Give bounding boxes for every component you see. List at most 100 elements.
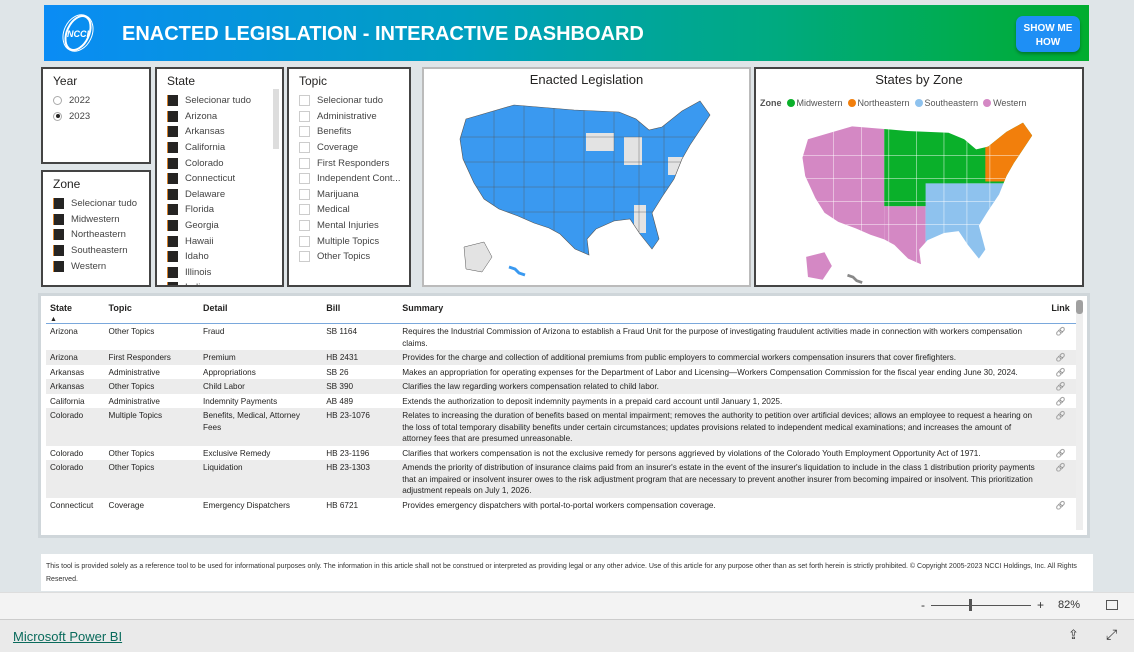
checkbox-checked-icon[interactable]	[167, 188, 178, 200]
expand-icon[interactable]: ⤢	[1106, 626, 1117, 643]
state-option[interactable]: Selecionar tudo	[167, 93, 251, 109]
checkbox-checked-icon[interactable]	[167, 110, 178, 122]
zone-map-svg[interactable]	[786, 119, 1056, 289]
column-header-topic[interactable]: Topic	[104, 300, 199, 324]
zoom-slider[interactable]	[931, 605, 1031, 606]
table-row[interactable]: Colorado Other Topics Exclusive Remedy HB 2…	[46, 446, 1076, 461]
state-option[interactable]: Arkansas	[167, 124, 251, 140]
state-option[interactable]: Colorado	[167, 155, 251, 171]
checkbox-checked-icon[interactable]	[167, 95, 178, 107]
zone-southeastern[interactable]	[925, 183, 1045, 289]
hawaii-shape[interactable]	[508, 265, 526, 277]
checkbox-icon[interactable]	[299, 235, 310, 247]
table-row[interactable]: Connecticut Coverage Emergency Dispatchers…	[46, 498, 1076, 513]
state-option[interactable]: Indiana	[167, 280, 251, 285]
checkbox-icon[interactable]	[299, 220, 310, 232]
link-icon[interactable]: 🔗	[1045, 324, 1076, 351]
checkbox-checked-icon[interactable]	[53, 213, 64, 225]
checkbox-checked-icon[interactable]	[167, 282, 178, 285]
state-not-enacted[interactable]	[624, 137, 642, 165]
column-header-detail[interactable]: Detail	[199, 300, 323, 324]
column-header-state[interactable]: State ▲	[46, 300, 105, 324]
enacted-map-svg[interactable]	[454, 97, 724, 282]
checkbox-icon[interactable]	[299, 251, 310, 263]
topic-option[interactable]: Multiple Topics	[299, 233, 400, 249]
power-bi-link[interactable]: Microsoft Power BI	[13, 629, 122, 644]
zone-option[interactable]: Selecionar tudo	[53, 196, 137, 212]
checkbox-icon[interactable]	[299, 157, 310, 169]
radio-selected-icon[interactable]	[53, 111, 62, 121]
topic-option[interactable]: Administrative	[299, 109, 400, 125]
checkbox-checked-icon[interactable]	[167, 235, 178, 247]
link-icon[interactable]: 🔗	[1045, 379, 1076, 394]
zoom-out-button[interactable]: -	[921, 598, 925, 612]
link-icon[interactable]: 🔗	[1045, 498, 1076, 513]
zone-option[interactable]: Western	[53, 258, 137, 274]
radio-icon[interactable]	[53, 96, 62, 106]
column-header-link[interactable]: Link	[1045, 300, 1076, 324]
year-option-2023[interactable]: 2023	[53, 109, 90, 125]
state-not-enacted[interactable]	[634, 205, 646, 233]
checkbox-checked-icon[interactable]	[53, 245, 64, 257]
state-not-enacted[interactable]	[586, 133, 614, 151]
topic-option[interactable]: Coverage	[299, 140, 400, 156]
table-row[interactable]: Arkansas Administrative Appropriations SB 2…	[46, 365, 1076, 380]
year-option-2022[interactable]: 2022	[53, 93, 90, 109]
table-scrollbar-track[interactable]	[1076, 300, 1083, 530]
column-header-bill[interactable]: Bill	[322, 300, 399, 324]
table-row[interactable]: Arizona Other Topics Fraud SB 1164 Requires …	[46, 324, 1076, 351]
hawaii-shape[interactable]	[847, 273, 863, 284]
table-row[interactable]: Arkansas Other Topics Child Labor SB 390 Cla…	[46, 379, 1076, 394]
state-option[interactable]: Hawaii	[167, 233, 251, 249]
table-row[interactable]: Colorado Multiple Topics Benefits, Medical…	[46, 408, 1076, 446]
state-option[interactable]: Arizona	[167, 109, 251, 125]
legend-item[interactable]: Midwestern	[786, 98, 843, 108]
alaska-shape[interactable]	[463, 241, 493, 273]
topic-option[interactable]: Benefits	[299, 124, 400, 140]
checkbox-icon[interactable]	[299, 95, 310, 107]
zone-option[interactable]: Midwestern	[53, 212, 137, 228]
zone-western[interactable]	[884, 206, 926, 289]
link-icon[interactable]: 🔗	[1045, 350, 1076, 365]
checkbox-icon[interactable]	[299, 173, 310, 185]
checkbox-checked-icon[interactable]	[167, 173, 178, 185]
state-option[interactable]: Illinois	[167, 265, 251, 281]
legend-item[interactable]: Western	[983, 98, 1026, 108]
topic-option[interactable]: First Responders	[299, 155, 400, 171]
checkbox-checked-icon[interactable]	[53, 260, 64, 272]
table-row[interactable]: Colorado Other Topics Liquidation HB 23-130…	[46, 460, 1076, 498]
link-icon[interactable]: 🔗	[1045, 365, 1076, 380]
checkbox-checked-icon[interactable]	[167, 142, 178, 154]
table-row[interactable]: Arizona First Responders Premium HB 2431 Pro…	[46, 350, 1076, 365]
checkbox-checked-icon[interactable]	[53, 229, 64, 241]
state-option[interactable]: Idaho	[167, 249, 251, 265]
checkbox-icon[interactable]	[299, 110, 310, 122]
topic-option[interactable]: Other Topics	[299, 249, 400, 265]
checkbox-checked-icon[interactable]	[167, 220, 178, 232]
zone-option[interactable]: Southeastern	[53, 243, 137, 259]
legend-item[interactable]: Southeastern	[914, 98, 978, 108]
state-option[interactable]: Florida	[167, 202, 251, 218]
topic-option[interactable]: Independent Cont...	[299, 171, 400, 187]
zoom-slider-thumb[interactable]	[968, 599, 972, 611]
topic-option[interactable]: Selecionar tudo	[299, 93, 400, 109]
checkbox-icon[interactable]	[299, 204, 310, 216]
checkbox-checked-icon[interactable]	[53, 198, 64, 210]
state-option[interactable]: Delaware	[167, 187, 251, 203]
state-option[interactable]: Georgia	[167, 218, 251, 234]
state-slicer-scrollbar[interactable]	[273, 89, 279, 149]
table-scrollbar-thumb[interactable]	[1076, 300, 1083, 314]
fit-to-page-icon[interactable]	[1106, 600, 1118, 610]
topic-option[interactable]: Marijuana	[299, 187, 400, 203]
topic-option[interactable]: Mental Injuries	[299, 218, 400, 234]
link-icon[interactable]: 🔗	[1045, 446, 1076, 461]
state-option[interactable]: Connecticut	[167, 171, 251, 187]
link-icon[interactable]: 🔗	[1045, 460, 1076, 498]
state-option[interactable]: California	[167, 140, 251, 156]
column-header-summary[interactable]: Summary	[398, 300, 1046, 324]
topic-option[interactable]: Medical	[299, 202, 400, 218]
legend-item[interactable]: Northeastern	[847, 98, 910, 108]
checkbox-icon[interactable]	[299, 188, 310, 200]
zoom-in-button[interactable]: +	[1037, 598, 1044, 612]
share-icon[interactable]: ⇪	[1068, 627, 1079, 643]
